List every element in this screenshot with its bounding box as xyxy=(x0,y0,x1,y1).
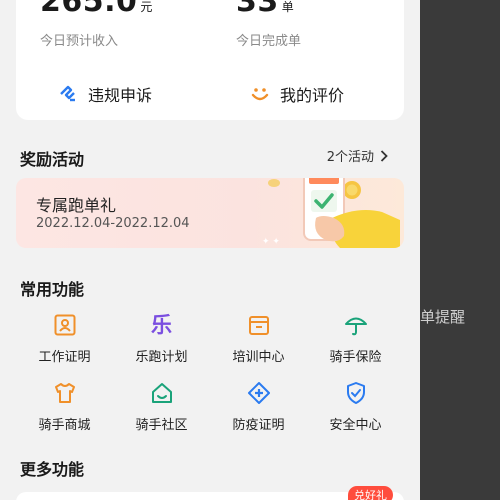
order-reminder-text: 单提醒 xyxy=(420,308,466,326)
function-rider-community[interactable]: 骑手社区 xyxy=(113,380,210,433)
function-label: 安全中心 xyxy=(329,418,382,433)
function-label: 骑手商城 xyxy=(38,418,91,433)
orders-label: 今日完成单 xyxy=(236,34,302,49)
function-label: 工作证明 xyxy=(38,350,91,365)
function-safety-center[interactable]: 安全中心 xyxy=(307,380,404,433)
shield-check-icon xyxy=(343,380,369,406)
function-label: 培训中心 xyxy=(232,350,285,365)
banner-title: 专属跑单礼 xyxy=(36,196,117,215)
functions-grid-row-2: 骑手商城 骑手社区 防疫证明 安全中心 xyxy=(16,380,404,433)
function-label: 乐跑计划 xyxy=(135,350,188,365)
income-value: 265.0 xyxy=(40,0,138,19)
function-training-center[interactable]: 培训中心 xyxy=(210,312,307,365)
income-stat[interactable]: 265.0 元 今日预计收入 xyxy=(40,0,153,49)
medical-cross-icon xyxy=(246,380,272,406)
rewards-section-title: 奖励活动 xyxy=(20,150,85,169)
functions-grid-row-1: 工作证明 乐 乐跑计划 培训中心 骑手保险 xyxy=(16,312,404,365)
rewards-more-link[interactable]: 2个活动 xyxy=(327,146,388,165)
more-functions-card xyxy=(16,492,404,500)
income-unit: 元 xyxy=(140,0,153,14)
function-label: 骑手保险 xyxy=(329,350,382,365)
function-epidemic-proof[interactable]: 防疫证明 xyxy=(210,380,307,433)
orders-value: 33 xyxy=(236,0,279,19)
rewards-more-label: 2个活动 xyxy=(326,150,374,165)
function-label: 防疫证明 xyxy=(232,418,285,433)
chevron-right-icon xyxy=(380,149,388,162)
reward-banner[interactable]: 专属跑单礼 2022.12.04-2022.12.04 ✦ ✦ xyxy=(16,178,404,248)
svg-text:✦ ✦: ✦ ✦ xyxy=(262,237,280,247)
sidebar-drawer: 265.0 元 今日预计收入 33 单 今日完成单 违规申诉 我的评价 奖励活动 2… xyxy=(0,0,420,500)
home-icon xyxy=(149,380,175,406)
function-rider-insurance[interactable]: 骑手保险 xyxy=(307,312,404,365)
appeal-label: 违规申诉 xyxy=(88,86,153,105)
function-le-run-plan[interactable]: 乐 乐跑计划 xyxy=(113,312,210,365)
umbrella-icon xyxy=(343,312,369,338)
review-link[interactable]: 我的评价 xyxy=(250,82,344,106)
appeal-link[interactable]: 违规申诉 xyxy=(58,82,152,106)
income-label: 今日预计收入 xyxy=(40,34,119,49)
more-functions-title: 更多功能 xyxy=(20,460,85,479)
function-rider-mall[interactable]: 骑手商城 xyxy=(16,380,113,433)
orders-stat[interactable]: 33 单 今日完成单 xyxy=(236,0,301,49)
phone-hand-illustration: ✦ ✦ xyxy=(262,178,400,248)
function-label: 骑手社区 xyxy=(135,418,188,433)
smile-icon xyxy=(251,88,269,101)
review-label: 我的评价 xyxy=(280,86,345,105)
stats-card: 265.0 元 今日预计收入 33 单 今日完成单 违规申诉 我的评价 xyxy=(16,0,404,120)
function-work-proof[interactable]: 工作证明 xyxy=(16,312,113,365)
le-logo-icon: 乐 xyxy=(151,312,172,337)
training-box-icon xyxy=(246,312,272,338)
id-card-icon xyxy=(52,312,78,338)
redeem-gift-badge[interactable]: 兑好礼 xyxy=(348,486,393,500)
tshirt-icon xyxy=(52,380,78,406)
banner-date: 2022.12.04-2022.12.04 xyxy=(36,216,190,231)
appeal-icon xyxy=(60,85,75,102)
common-functions-title: 常用功能 xyxy=(20,280,85,299)
orders-unit: 单 xyxy=(281,0,294,14)
